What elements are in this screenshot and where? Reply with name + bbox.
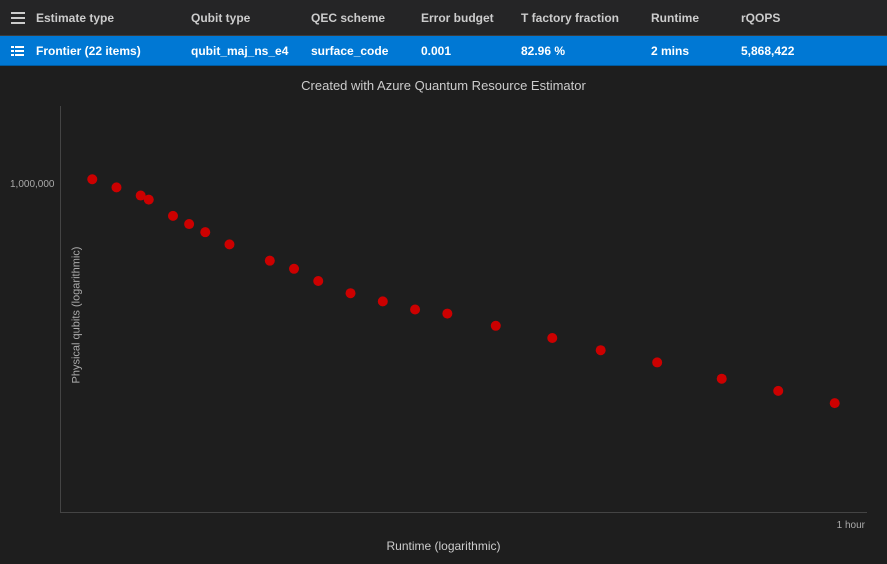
col-header-error-budget: Error budget: [421, 11, 521, 25]
table-row[interactable]: Frontier (22 items) qubit_maj_ns_e4 surf…: [0, 36, 887, 66]
x-tick-label: 1 hour: [837, 520, 865, 531]
cell-t-factory: 82.96 %: [521, 44, 651, 58]
col-header-rqops: rQOPS: [741, 11, 831, 25]
col-header-runtime: Runtime: [651, 11, 741, 25]
cell-qubit-type: qubit_maj_ns_e4: [191, 44, 311, 58]
col-header-qec-scheme: QEC scheme: [311, 11, 421, 25]
col-header-t-factory: T factory fraction: [521, 11, 651, 25]
chart-area: Created with Azure Quantum Resource Esti…: [0, 66, 887, 563]
list-icon: [6, 39, 30, 63]
chart-title: Created with Azure Quantum Resource Esti…: [0, 66, 887, 93]
cell-error-budget: 0.001: [421, 44, 521, 58]
cell-runtime: 2 mins: [651, 44, 741, 58]
cell-rqops: 5,868,422: [741, 44, 831, 58]
col-header-qubit-type: Qubit type: [191, 11, 311, 25]
cell-estimate-type: Frontier (22 items): [36, 44, 191, 58]
x-axis-label: Runtime (logarithmic): [386, 539, 500, 553]
col-header-estimate-type: Estimate type: [36, 11, 191, 25]
table-icon: [6, 6, 30, 30]
scatter-chart: [60, 106, 867, 513]
y-tick-label: 1,000,000: [10, 179, 55, 190]
cell-qec-scheme: surface_code: [311, 44, 421, 58]
table-header: Estimate type Qubit type QEC scheme Erro…: [0, 0, 887, 36]
